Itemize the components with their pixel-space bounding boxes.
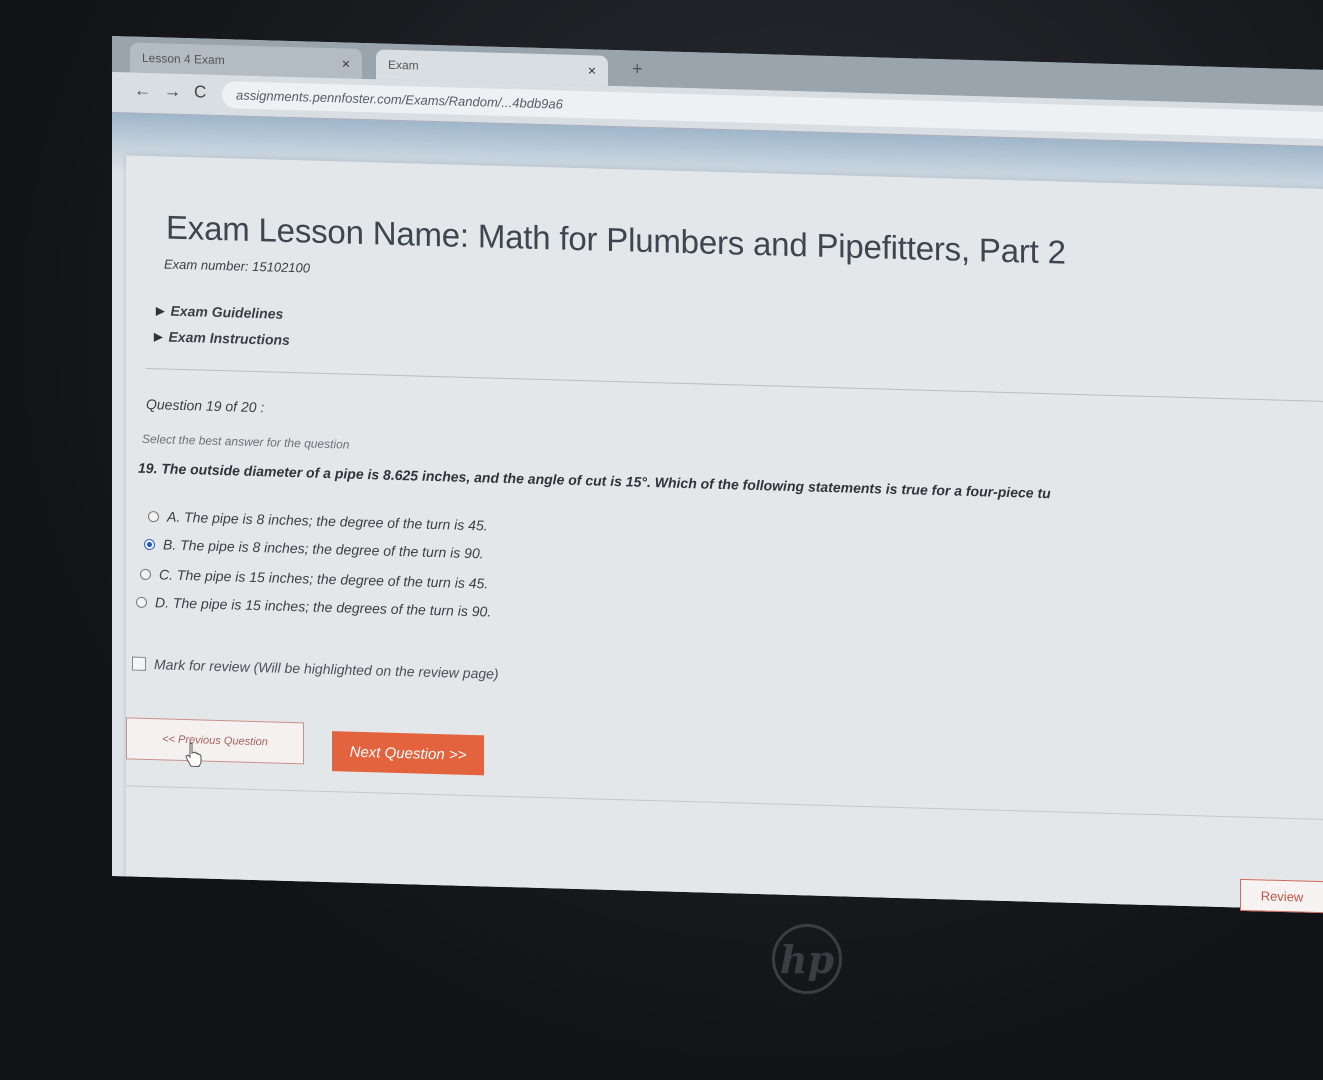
- radio-button[interactable]: [136, 596, 147, 608]
- option-d[interactable]: D. The pipe is 15 inches; the degrees of…: [136, 594, 491, 620]
- divider: [126, 785, 1323, 821]
- option-label: A. The pipe is 8 inches; the degree of t…: [167, 508, 488, 534]
- radio-button[interactable]: [148, 510, 159, 522]
- reload-icon[interactable]: C: [194, 82, 206, 102]
- option-label: C. The pipe is 15 inches; the degree of …: [159, 566, 489, 592]
- exam-number: Exam number: 15102100: [164, 256, 310, 276]
- forward-icon[interactable]: →: [164, 81, 181, 101]
- hp-logo: hp: [772, 924, 842, 994]
- previous-question-button[interactable]: << Previous Question: [126, 717, 304, 765]
- mark-review-checkbox[interactable]: [132, 656, 146, 671]
- next-question-button[interactable]: Next Question >>: [332, 731, 484, 776]
- tab-label: Exam: [388, 57, 419, 73]
- exam-guidelines-link[interactable]: ▶ Exam Guidelines: [156, 302, 283, 322]
- option-a[interactable]: A. The pipe is 8 inches; the degree of t…: [148, 508, 488, 533]
- new-tab-icon[interactable]: +: [632, 59, 643, 80]
- close-icon[interactable]: ×: [342, 55, 350, 71]
- caret-right-icon: ▶: [156, 304, 165, 317]
- review-button[interactable]: Review: [1240, 878, 1323, 914]
- mark-for-review[interactable]: Mark for review (Will be highlighted on …: [132, 656, 499, 682]
- question-counter: Question 19 of 20 :: [146, 395, 265, 416]
- caret-right-icon: ▶: [154, 330, 163, 343]
- tab-label: Lesson 4 Exam: [142, 50, 225, 68]
- radio-button-selected[interactable]: [144, 538, 155, 550]
- radio-button[interactable]: [140, 568, 151, 580]
- close-icon[interactable]: ×: [588, 62, 596, 78]
- divider: [146, 367, 1323, 403]
- exam-instructions-link[interactable]: ▶ Exam Instructions: [154, 328, 290, 348]
- option-b[interactable]: B. The pipe is 8 inches; the degree of t…: [144, 536, 484, 561]
- option-label: D. The pipe is 15 inches; the degrees of…: [155, 594, 492, 620]
- page-background: Exam Lesson Name: Math for Plumbers and …: [112, 113, 1323, 910]
- option-c[interactable]: C. The pipe is 15 inches; the degree of …: [140, 566, 488, 592]
- hand-cursor-icon: [185, 742, 202, 767]
- back-icon[interactable]: ←: [134, 81, 151, 101]
- question-text: 19. The outside diameter of a pipe is 8.…: [138, 459, 1051, 502]
- option-label: B. The pipe is 8 inches; the degree of t…: [163, 536, 484, 562]
- question-instruction: Select the best answer for the question: [142, 431, 350, 452]
- link-label: Exam Instructions: [168, 328, 290, 348]
- mark-review-label: Mark for review (Will be highlighted on …: [154, 656, 499, 682]
- browser-window: Lesson 4 Exam × Exam × + ← → C assignmen…: [112, 36, 1323, 910]
- exam-card: Exam Lesson Name: Math for Plumbers and …: [126, 155, 1323, 910]
- link-label: Exam Guidelines: [170, 302, 284, 322]
